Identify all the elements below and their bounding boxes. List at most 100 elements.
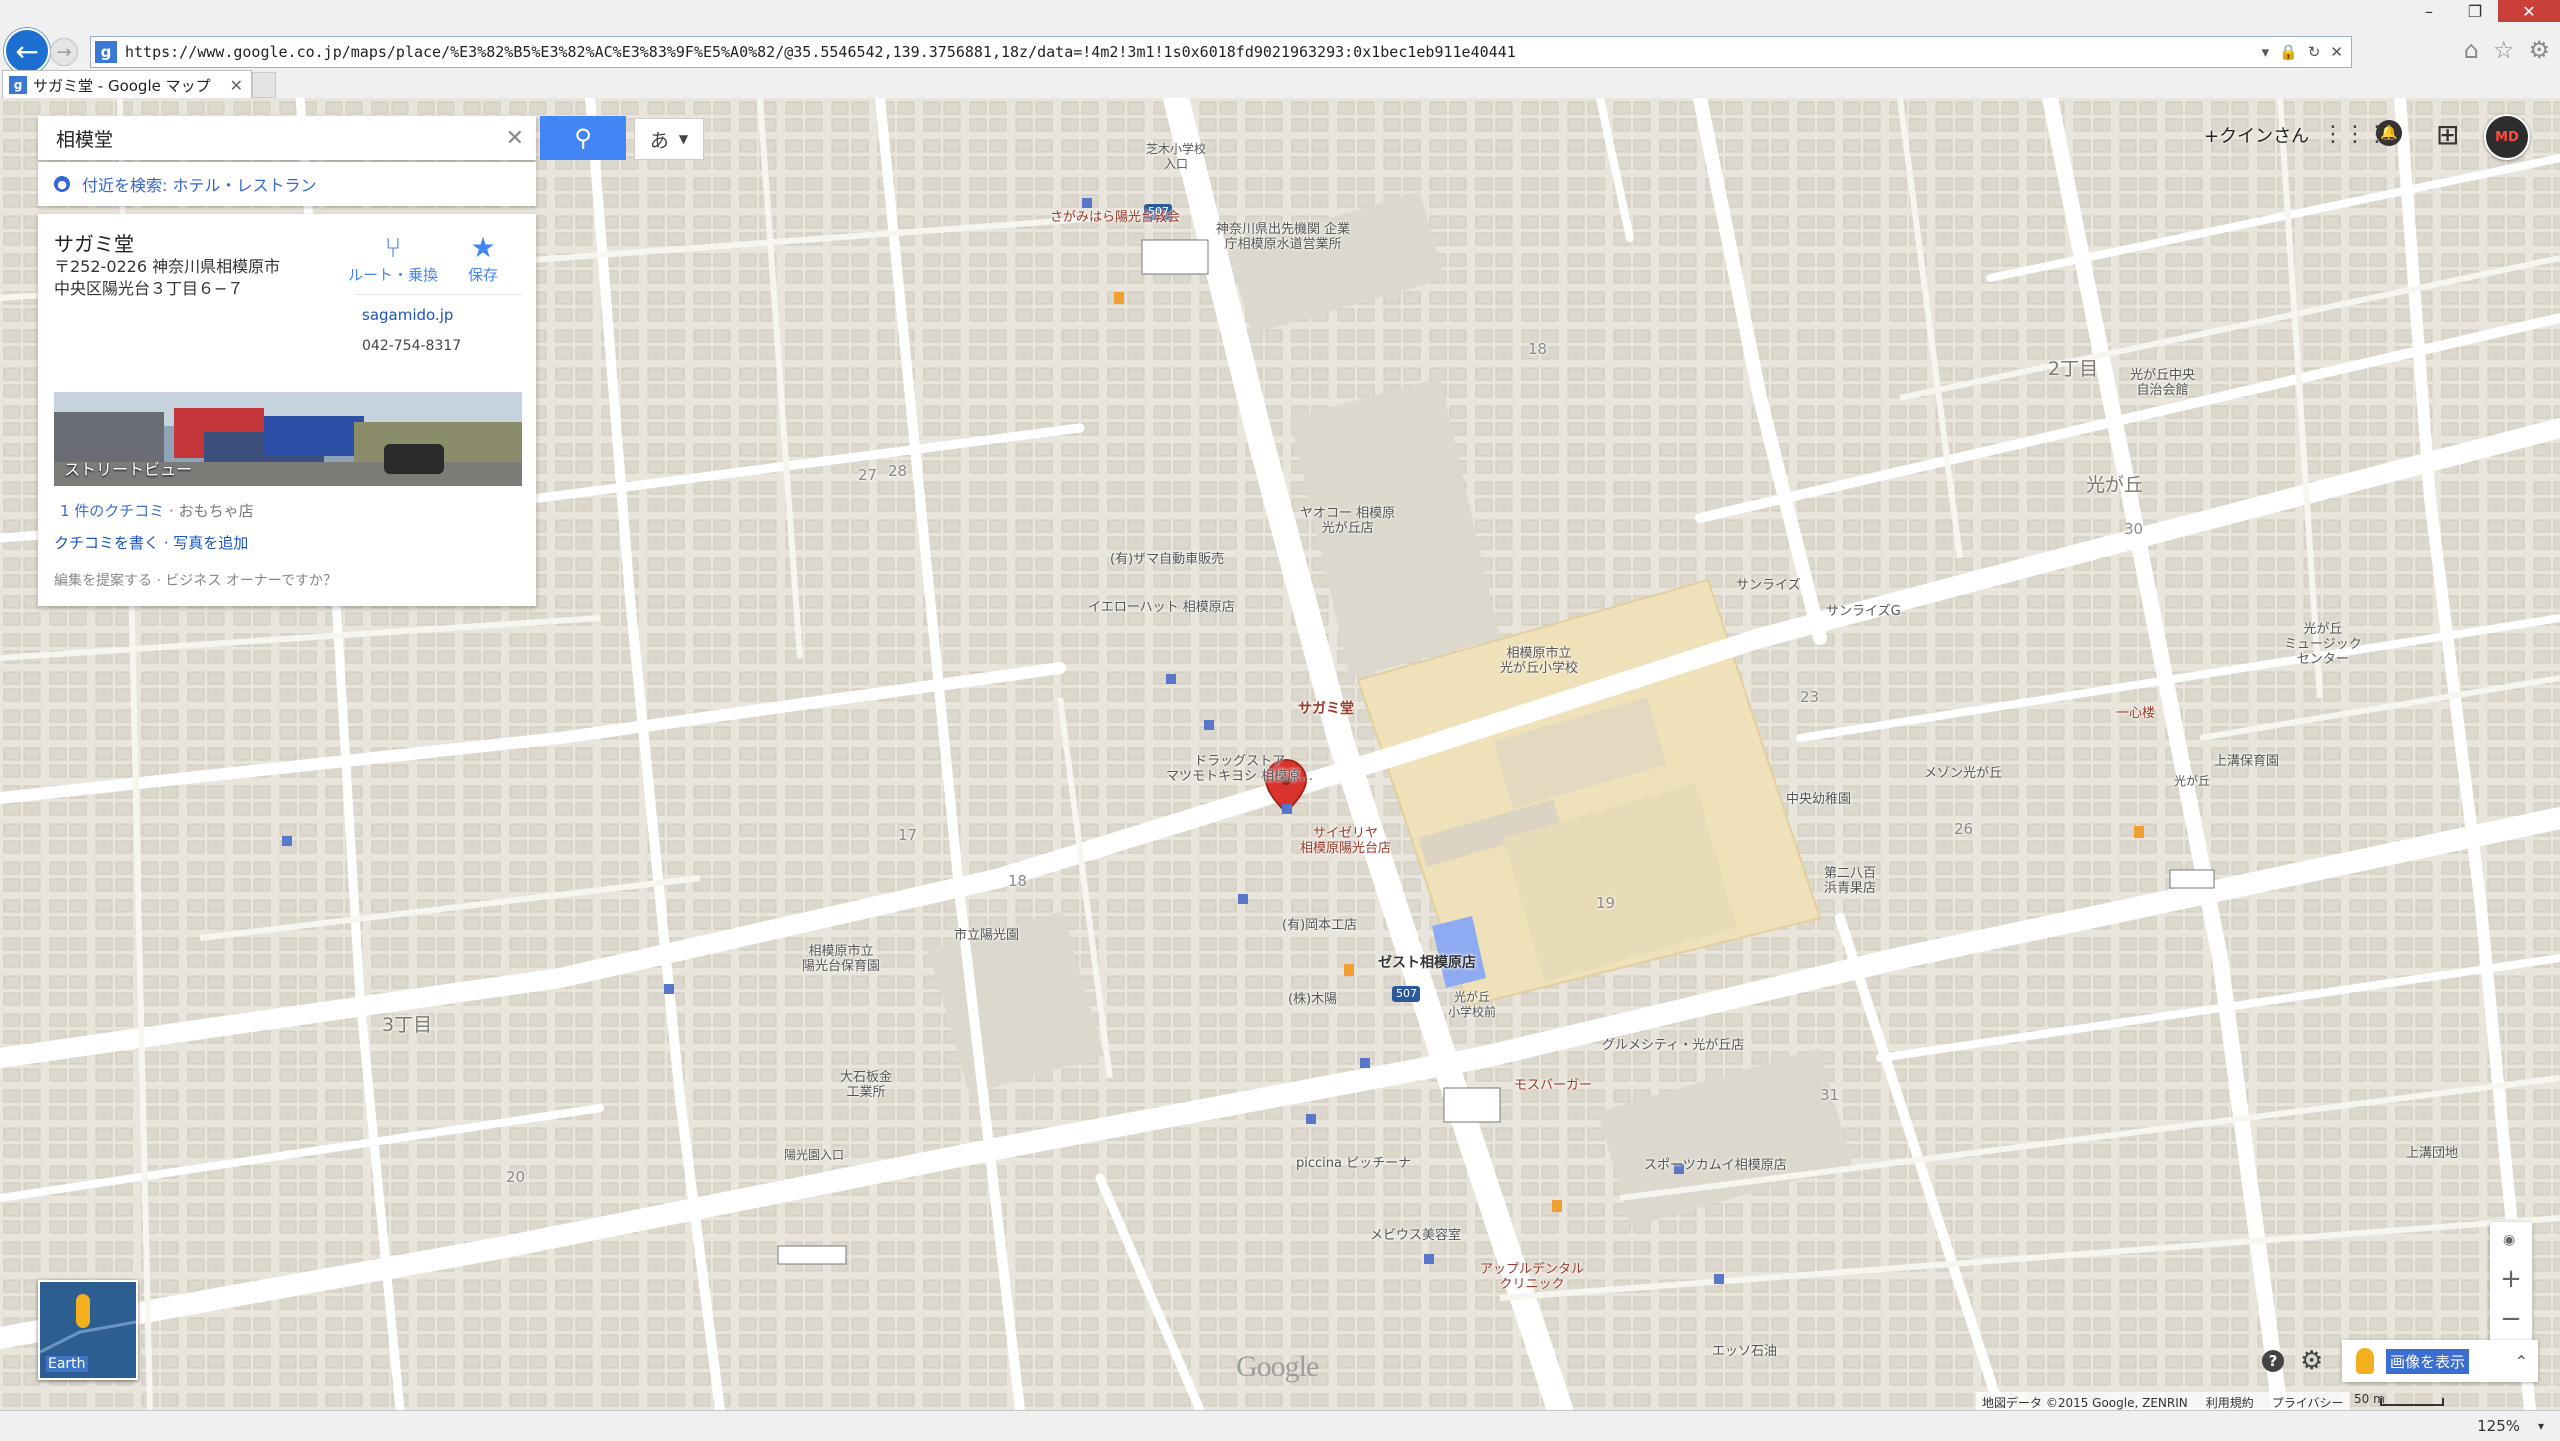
map-label-drugstore: ドラッグストア マツモトキヨシ 相模原… xyxy=(1166,754,1314,784)
map-block-number: 31 xyxy=(1820,1086,1840,1104)
terms-link[interactable]: 利用規約 xyxy=(2206,1394,2254,1411)
save-button[interactable]: ★ 保存 xyxy=(448,232,518,285)
location-pin-icon: ● xyxy=(54,176,70,192)
map-label-school: 相模原市立 光が丘小学校 xyxy=(1500,646,1579,676)
notifications-icon[interactable]: 🔔 xyxy=(2376,120,2402,146)
imagery-toggle[interactable]: 画像を表示 ⌃ xyxy=(2342,1340,2538,1382)
browser-chrome: – ❐ ✕ ← → g https://www.google.co.jp/map… xyxy=(0,0,2560,99)
map-label-hikarigaoka-center: 光が丘中央 自治会館 xyxy=(2130,368,2196,398)
tab-title: サガミ堂 - Google マップ xyxy=(33,76,211,95)
zoom-out-button[interactable]: − xyxy=(2490,1304,2532,1340)
map-label-meivos: メビウス美容室 xyxy=(1370,1228,1462,1243)
address-bar[interactable]: g https://www.google.co.jp/maps/place/%E… xyxy=(90,36,2352,68)
imagery-label[interactable]: 画像を表示 xyxy=(2386,1348,2470,1374)
nearby-search-link[interactable]: ● 付近を検索: ホテル・レストラン xyxy=(38,162,536,206)
website-link[interactable]: sagamido.jp xyxy=(362,306,453,324)
tab-favicon-icon: g xyxy=(9,76,27,94)
help-icon[interactable]: ? xyxy=(2262,1350,2284,1372)
search-icon: ⚲ xyxy=(574,124,592,152)
tab-close-icon[interactable]: ✕ xyxy=(230,76,243,95)
place-address-line1: 〒252-0226 神奈川県相模原市 xyxy=(54,257,281,276)
favorites-star-icon[interactable]: ☆ xyxy=(2493,36,2515,64)
window-controls: – ❐ ✕ xyxy=(2406,0,2560,22)
pegman-icon[interactable] xyxy=(2356,1348,2374,1374)
phone-number[interactable]: 042-754-8317 xyxy=(362,338,461,354)
place-category: · おもちゃ店 xyxy=(164,502,254,520)
zoom-in-button[interactable]: + xyxy=(2490,1264,2532,1300)
browser-toolbar-right: ⌂ ☆ ⚙ xyxy=(2464,36,2550,64)
scale-bar xyxy=(2380,1398,2444,1406)
home-icon[interactable]: ⌂ xyxy=(2464,36,2479,64)
map-label-park: 市立陽光園 xyxy=(954,928,1020,943)
map-block-number: 17 xyxy=(898,826,918,844)
map-label-apple-dental: アップルデンタル クリニック xyxy=(1480,1262,1585,1292)
place-address-line2: 中央区陽光台３丁目６−７ xyxy=(54,279,244,298)
directions-icon: ⑂ xyxy=(384,231,402,264)
back-button[interactable]: ← xyxy=(4,28,50,74)
map-label-zest: ゼスト相模原店 xyxy=(1378,955,1476,971)
refresh-icon[interactable]: ↻ xyxy=(2308,43,2321,61)
clear-search-icon[interactable]: ✕ xyxy=(506,126,524,151)
search-button[interactable]: ⚲ xyxy=(540,116,626,160)
write-review-link[interactable]: クチコミを書く · 写真を追加 xyxy=(54,532,248,553)
attribution-bar: 地図データ ©2015 Google, ZENRIN 利用規約 プライバシー xyxy=(1976,1392,2350,1412)
directions-label: ルート・乗換 xyxy=(348,266,439,284)
restore-icon[interactable]: ❐ xyxy=(2452,0,2498,22)
search-box[interactable]: ✕ xyxy=(38,116,536,160)
reviews-link[interactable]: 1 件のクチコミ xyxy=(60,502,164,520)
minimize-icon[interactable]: – xyxy=(2406,0,2452,22)
my-location-icon[interactable]: ◉ xyxy=(2503,1232,2515,1248)
map-label-esso: エッソ石油 xyxy=(1712,1344,1778,1359)
directions-button[interactable]: ⑂ ルート・乗換 xyxy=(348,232,438,285)
map-label-chuo-kindergarten: 中央幼稚園 xyxy=(1786,792,1852,807)
google-logo: Google xyxy=(1236,1350,1319,1383)
owner-prompt-link[interactable]: 編集を提案する · ビジネス オーナーですか？ xyxy=(54,570,337,590)
nearby-search-label: 付近を検索: ホテル・レストラン xyxy=(82,176,317,195)
map-label-gourmet: グルメシティ・光が丘店 xyxy=(1602,1038,1745,1053)
save-label: 保存 xyxy=(467,266,498,284)
share-plus-icon[interactable]: ⊞ xyxy=(2436,118,2459,151)
star-icon: ★ xyxy=(470,231,496,264)
map-label-kamimizo-danchi: 上溝団地 xyxy=(2406,1146,2459,1161)
lock-icon[interactable]: 🔒 xyxy=(2279,43,2298,61)
new-tab-button[interactable] xyxy=(252,72,276,98)
earth-label: Earth xyxy=(46,1356,88,1372)
status-bar: 125% ▾ xyxy=(0,1410,2560,1441)
chevron-down-icon[interactable]: ▾ xyxy=(2538,1419,2544,1433)
ime-input-toggle[interactable]: あ ▼ xyxy=(634,118,704,160)
earth-view-button[interactable]: Earth xyxy=(38,1280,138,1380)
browser-tab[interactable]: g サガミ堂 - Google マップ ✕ xyxy=(2,70,252,99)
url-text[interactable]: https://www.google.co.jp/maps/place/%E3%… xyxy=(125,43,2262,61)
map-label-kinoue: (株)木陽 xyxy=(1288,992,1338,1007)
avatar[interactable]: MD xyxy=(2484,114,2530,160)
expand-up-icon[interactable]: ⌃ xyxy=(2515,1352,2528,1371)
google-favicon-icon: g xyxy=(95,41,117,63)
user-name-link[interactable]: +クインさん xyxy=(2204,122,2309,148)
place-address: 〒252-0226 神奈川県相模原市 中央区陽光台３丁目６−７ xyxy=(54,256,354,300)
zoom-level[interactable]: 125% xyxy=(2477,1417,2520,1435)
map-label-sunrise-g: サンライズG xyxy=(1826,604,1901,619)
map-label-kanagawa-office: 神奈川県出先機関 企業 庁相模原水道営業所 xyxy=(1216,222,1351,252)
settings-gear-icon[interactable]: ⚙ xyxy=(2300,1346,2323,1376)
map-data-credit: 地図データ ©2015 Google, ZENRIN xyxy=(1982,1395,2188,1410)
search-input[interactable] xyxy=(54,126,498,150)
map-label-yaoko: ヤオコー 相模原 光が丘店 xyxy=(1300,506,1396,536)
map-label-yokoen-stop: 陽光園入口 xyxy=(784,1148,845,1162)
map-label-piccina: piccina ピッチーナ xyxy=(1296,1156,1412,1171)
close-window-icon[interactable]: ✕ xyxy=(2498,0,2560,22)
map-block-number: 18 xyxy=(1528,340,1548,358)
privacy-link[interactable]: プライバシー xyxy=(2272,1394,2344,1411)
street-view-thumbnail[interactable]: ストリートビュー xyxy=(54,392,522,486)
map-label-3chome: 3丁目 xyxy=(382,1014,433,1036)
zoom-controls: ◉ + − xyxy=(2490,1222,2532,1346)
close-icon[interactable]: ✕ xyxy=(2330,43,2343,61)
address-bar-icons: ▾ 🔒 ↻ ✕ xyxy=(2262,43,2351,61)
dropdown-icon[interactable]: ▾ xyxy=(2262,43,2270,61)
map-label-okamoto: (有)岡本工店 xyxy=(1282,918,1358,933)
map-label-route-507-b: 507 xyxy=(1396,987,1417,1000)
map-label-selected-place[interactable]: サガミ堂 xyxy=(1298,702,1354,717)
map-label-route-507-a: 507 xyxy=(1148,205,1169,218)
forward-button[interactable]: → xyxy=(50,38,78,66)
place-name: サガミ堂 xyxy=(54,232,134,256)
tools-gear-icon[interactable]: ⚙ xyxy=(2528,36,2550,64)
